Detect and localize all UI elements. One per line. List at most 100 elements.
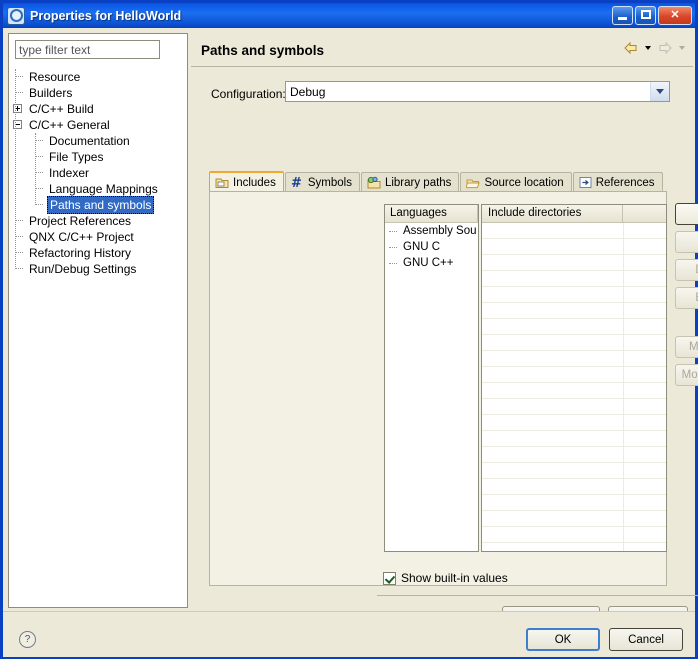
tree-item-label: Indexer: [47, 165, 91, 181]
tree-item-resource[interactable]: Resource: [9, 69, 187, 85]
show-builtin-values-row[interactable]: Show built-in values: [383, 571, 508, 585]
language-item-label: GNU C: [403, 241, 440, 253]
table-row[interactable]: [482, 383, 666, 399]
move-down-button: Move Down: [675, 364, 698, 386]
paths-symbols-tabs[interactable]: Includes # Symbols Library paths Source loca…: [209, 171, 664, 192]
tab-label: Library paths: [385, 177, 451, 189]
tree-item-label: C/C++ General: [27, 117, 112, 133]
table-row[interactable]: [482, 287, 666, 303]
table-row[interactable]: [482, 271, 666, 287]
table-row[interactable]: [482, 255, 666, 271]
dialog-content: ResourceBuildersC/C++ BuildC/C++ General…: [3, 28, 695, 656]
tab-symbols[interactable]: # Symbols: [285, 172, 360, 192]
tab-label: Symbols: [308, 177, 352, 189]
add-button[interactable]: Add: [675, 203, 698, 225]
languages-column-header: Languages: [385, 205, 478, 223]
table-row[interactable]: [482, 431, 666, 447]
tree-connector: [389, 247, 397, 249]
filter-input[interactable]: [15, 40, 160, 59]
language-item[interactable]: GNU C: [385, 239, 478, 255]
tree-item-run-debug-settings[interactable]: Run/Debug Settings: [9, 261, 187, 277]
references-arrow-icon: [579, 176, 592, 189]
help-icon[interactable]: ?: [19, 631, 36, 648]
tree-item-c-c-build[interactable]: C/C++ Build: [9, 101, 187, 117]
tree-item-label: Refactoring History: [27, 245, 133, 261]
forward-arrow-icon: [656, 40, 674, 56]
tree-item-label: File Types: [47, 149, 105, 165]
back-history-dropdown-icon[interactable]: [645, 46, 651, 50]
tab-includes[interactable]: Includes: [209, 171, 284, 192]
apply-separator: [377, 595, 698, 596]
include-column-directories: Include directories: [482, 205, 623, 222]
includes-folder-icon: [215, 176, 229, 189]
hash-icon: #: [291, 176, 304, 189]
table-row[interactable]: [482, 319, 666, 335]
edit-button: Edit: [675, 231, 698, 253]
table-row[interactable]: [482, 447, 666, 463]
tree-item-c-c-general[interactable]: C/C++ General: [9, 117, 187, 133]
cancel-button[interactable]: Cancel: [609, 628, 683, 651]
configuration-label: Configuration:: [211, 87, 286, 101]
tree-item-label: Project References: [27, 213, 133, 229]
table-row[interactable]: [482, 399, 666, 415]
properties-dialog: Properties for HelloWorld ✕ ResourceBuil…: [0, 0, 698, 659]
close-button[interactable]: ✕: [658, 6, 692, 25]
tree-item-label: Resource: [27, 69, 82, 85]
button-label: Move Down: [682, 369, 698, 381]
dialog-button-bar: ? OK Cancel: [3, 611, 695, 657]
language-item-label: Assembly Sou: [403, 225, 477, 237]
show-builtin-values-checkbox[interactable]: [383, 572, 396, 585]
tab-references[interactable]: References: [573, 172, 663, 192]
page-title: Paths and symbols: [201, 43, 324, 58]
table-row[interactable]: [482, 511, 666, 527]
table-row[interactable]: [482, 335, 666, 351]
tab-library-paths[interactable]: Library paths: [361, 172, 459, 192]
tree-item-builders[interactable]: Builders: [9, 85, 187, 101]
tree-item-qnx-c-c-project[interactable]: QNX C/C++ Project: [9, 229, 187, 245]
settings-tree[interactable]: ResourceBuildersC/C++ BuildC/C++ General…: [9, 69, 187, 277]
language-item[interactable]: GNU C++: [385, 255, 478, 271]
properties-dialog-icon: [7, 7, 25, 25]
languages-list[interactable]: Languages Assembly Sou GNU C GNU C++: [384, 204, 479, 552]
table-row[interactable]: [482, 367, 666, 383]
delete-button: Delete: [675, 259, 698, 281]
configuration-combo[interactable]: Debug: [285, 81, 670, 102]
export-button: Export: [675, 287, 698, 309]
table-row[interactable]: [482, 303, 666, 319]
tree-item-refactoring-history[interactable]: Refactoring History: [9, 245, 187, 261]
table-row[interactable]: [482, 495, 666, 511]
language-item-label: GNU C++: [403, 257, 454, 269]
table-row[interactable]: [482, 239, 666, 255]
table-row[interactable]: [482, 543, 666, 552]
table-row[interactable]: [482, 351, 666, 367]
table-row[interactable]: [482, 479, 666, 495]
tree-item-label: Builders: [27, 85, 74, 101]
window-title: Properties for HelloWorld: [30, 9, 612, 23]
configuration-value: Debug: [286, 85, 650, 99]
tree-item-label: Run/Debug Settings: [27, 261, 138, 277]
back-arrow-icon[interactable]: [622, 40, 640, 56]
tab-label: References: [596, 177, 655, 189]
page-navigation: [622, 40, 688, 56]
chevron-down-icon[interactable]: [650, 82, 669, 101]
language-item[interactable]: Assembly Sou: [385, 223, 478, 239]
table-row[interactable]: [482, 527, 666, 543]
title-separator: [191, 66, 693, 67]
include-table-body[interactable]: [482, 223, 666, 552]
title-bar: Properties for HelloWorld ✕: [3, 3, 695, 28]
table-row[interactable]: [482, 415, 666, 431]
window-buttons: ✕: [612, 6, 692, 25]
minimize-button[interactable]: [612, 6, 633, 25]
library-folder-icon: [367, 176, 381, 189]
tab-label: Includes: [233, 177, 276, 189]
table-row[interactable]: [482, 463, 666, 479]
tree-item-label: QNX C/C++ Project: [27, 229, 136, 245]
include-table-header: Include directories: [482, 205, 666, 223]
ok-button[interactable]: OK: [526, 628, 600, 651]
include-directories-table[interactable]: Include directories: [481, 204, 667, 552]
tree-item-project-references[interactable]: Project References: [9, 213, 187, 229]
table-row[interactable]: [482, 223, 666, 239]
tree-item-label: Paths and symbols: [47, 196, 154, 214]
tab-source-location[interactable]: Source location: [460, 172, 571, 192]
maximize-button[interactable]: [635, 6, 656, 25]
